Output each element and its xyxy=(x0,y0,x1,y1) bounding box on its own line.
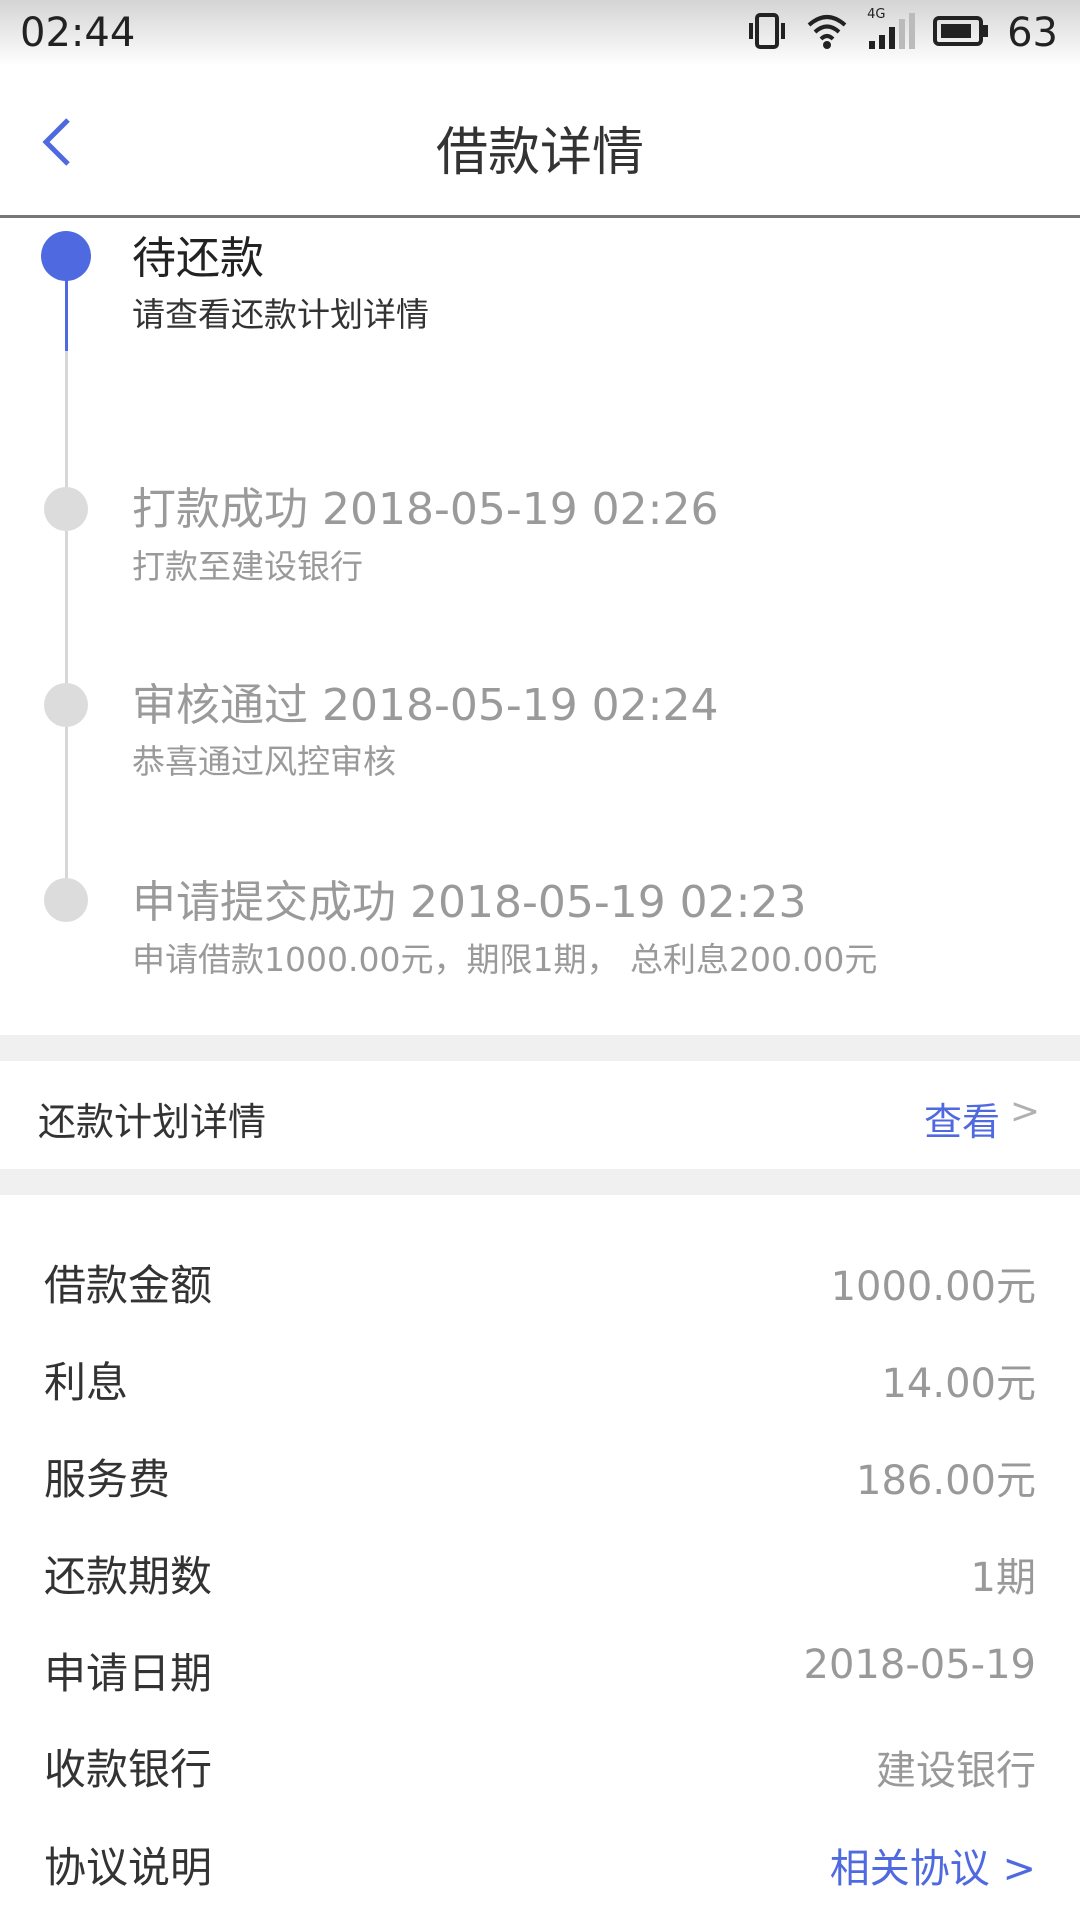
loan-details: 借款金额 1000.00元 利息 14.00元 服务费 186.00元 还款期数… xyxy=(0,1195,1080,1920)
wifi-icon xyxy=(805,11,849,55)
timeline-title: 待还款 xyxy=(132,233,264,284)
detail-value: 建设银行 xyxy=(876,1748,1036,1794)
detail-label: 协议说明 xyxy=(44,1843,213,1892)
detail-label: 服务费 xyxy=(44,1455,171,1504)
timeline-connector xyxy=(65,351,68,916)
timeline-subtitle: 申请借款1000.00元，期限1期， 总利息200.00元 xyxy=(132,940,878,979)
repayment-plan-row[interactable]: 还款计划详情 查看 > xyxy=(0,1061,1080,1169)
timeline-connector-active xyxy=(65,279,68,351)
battery-icon xyxy=(933,15,989,51)
repayment-plan-label: 还款计划详情 xyxy=(38,1100,267,1144)
detail-label: 利息 xyxy=(44,1358,129,1407)
detail-value: 1期 xyxy=(970,1555,1036,1601)
status-bar: 02:44 4G 63 xyxy=(0,0,1080,66)
timeline-title: 审核通过 2018-05-19 02:24 xyxy=(132,680,719,731)
detail-row-interest: 利息 14.00元 xyxy=(0,1327,1080,1423)
battery-level: 63 xyxy=(1007,10,1058,56)
signal-icon: 4G xyxy=(867,7,916,55)
detail-value: 1000.00元 xyxy=(830,1264,1036,1310)
detail-value: 186.00元 xyxy=(856,1458,1036,1504)
timeline-subtitle: 打款至建设银行 xyxy=(132,547,363,586)
detail-label: 借款金额 xyxy=(44,1261,213,1310)
timeline-dot xyxy=(44,878,88,922)
timeline-title: 申请提交成功 2018-05-19 02:23 xyxy=(132,877,807,928)
section-divider xyxy=(0,1035,1080,1061)
detail-row-bank: 收款银行 建设银行 xyxy=(0,1714,1080,1810)
timeline-dot xyxy=(44,487,88,531)
timeline-subtitle: 恭喜通过风控审核 xyxy=(132,742,396,781)
detail-value: 2018-05-19 xyxy=(803,1642,1036,1688)
status-time: 02:44 xyxy=(20,10,136,56)
chevron-right-icon: > xyxy=(1009,1091,1040,1132)
detail-label: 还款期数 xyxy=(44,1552,213,1601)
agreement-link[interactable]: 相关协议 > xyxy=(830,1836,1036,1894)
detail-value: 14.00元 xyxy=(881,1361,1036,1407)
status-icons: 4G 63 xyxy=(747,7,1058,56)
page-title: 借款详情 xyxy=(435,123,644,183)
network-type-label: 4G xyxy=(867,7,886,22)
vibrate-icon xyxy=(747,11,787,55)
detail-row-agreement[interactable]: 协议说明 相关协议 > xyxy=(0,1812,1080,1908)
detail-row-installments: 还款期数 1期 xyxy=(0,1521,1080,1617)
detail-row-apply-date: 申请日期 2018-05-19 xyxy=(0,1618,1080,1714)
detail-row-loan-amount: 借款金额 1000.00元 xyxy=(0,1230,1080,1326)
timeline-dot xyxy=(44,683,88,727)
nav-header: 借款详情 xyxy=(0,66,1080,218)
detail-row-service-fee: 服务费 186.00元 xyxy=(0,1424,1080,1520)
section-divider xyxy=(0,1169,1080,1195)
view-plan-link[interactable]: 查看 xyxy=(924,1091,1000,1146)
timeline-dot-active xyxy=(41,231,91,281)
detail-label: 申请日期 xyxy=(44,1649,213,1698)
timeline-subtitle: 请查看还款计划详情 xyxy=(132,295,429,334)
status-timeline: 待还款 请查看还款计划详情 打款成功 2018-05-19 02:26 打款至建… xyxy=(0,221,1080,1035)
timeline-title: 打款成功 2018-05-19 02:26 xyxy=(132,484,719,535)
detail-label: 收款银行 xyxy=(44,1745,213,1794)
